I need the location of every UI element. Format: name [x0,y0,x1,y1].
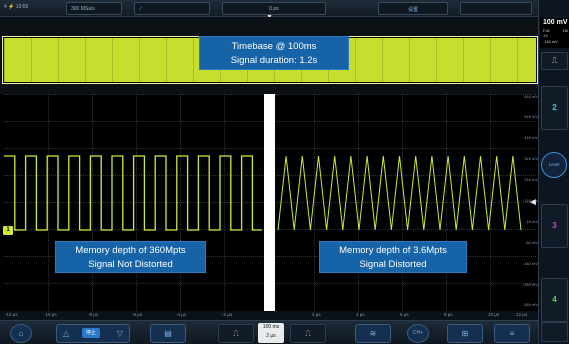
panel-more-button[interactable] [541,322,568,342]
math-icon: ≋ [369,329,377,338]
menu-icon: ≡ [509,329,515,338]
grid-icon: ⊞ [461,329,469,338]
cursor-button[interactable]: CH+ [407,324,429,343]
y-tick: -84 mV [525,240,538,245]
home-icon: ⌂ [18,329,24,338]
y-tick: 16 mV [526,219,538,224]
save-button[interactable]: ▤ [150,324,186,343]
x-tick: -12 μs [5,312,18,317]
pulse-wide-icon: ⎍ [305,329,311,338]
x-tick: -2 μs [222,312,233,317]
bottom-toolbar: ⌂ △ ▽ 停止 ▤ ⎍ 100 ms 2 μs ⎍ ≋ CH+ ⊞ ≡ [0,320,538,344]
x-tick: 10 μs [488,312,500,317]
comparison-divider [264,94,275,312]
x-tick: 12 μs [516,312,528,317]
y-tick: 516 mV [524,114,538,119]
channel-panel: 100 mV Full 1M 1X -116 mV ⎍ 2 Level 3 4 [538,0,569,344]
pulse-icon: ⎍ [551,56,558,65]
menu-button[interactable]: ≡ [494,324,530,343]
sample-rate-display[interactable]: 300 MSa/s [66,2,122,15]
x-tick: -6 μs [132,312,143,317]
trigger-wave-display[interactable]: ⟋ [134,2,210,15]
y-tick: -184 mV [522,261,538,266]
x-tick: 8 μs [444,312,453,317]
ch4-button[interactable]: 4 [541,278,568,322]
memory-3.6mpts-callout: Memory depth of 3.6Mpts Signal Distorted [319,241,467,273]
x-axis-ticks: -12 μs -10 μs -8 μs -6 μs -4 μs -2 μs 2 … [0,311,538,320]
trigger-level-icon[interactable]: ◄ [528,197,538,208]
stop-button[interactable]: 停止 [82,328,100,338]
ch1-volts-div: 100 mV [543,19,568,26]
y-tick: -284 mV [522,282,538,287]
y-tick: 216 mV [524,177,538,182]
trigger-time-display[interactable]: 0 ps [222,2,326,15]
ch1-triangle-wave [277,155,522,231]
save-icon: ▤ [164,329,172,338]
ch1-square-wave [4,155,262,231]
y-tick: 416 mV [524,135,538,140]
wave-icon: ⟋ [139,6,143,12]
x-tick: -8 μs [88,312,99,317]
ch1-settings[interactable]: 100 mV Full 1M 1X -116 mV [540,18,569,48]
y-tick: 416 mV [524,94,538,99]
status-indicators: 4 ⚡ 10:55 [4,4,29,10]
up-arrow-icon[interactable]: △ [63,325,69,342]
ch2-button[interactable]: 2 [541,86,568,130]
y-tick: -384 mV [522,302,538,307]
x-tick: 2 μs [312,312,321,317]
grid-button[interactable]: ⊞ [447,324,483,343]
settings-button[interactable]: 设置 [378,2,448,15]
timebase-callout: Timebase @ 100ms Signal duration: 1.2s [199,36,349,70]
menu-display[interactable] [460,2,532,15]
timebase-display[interactable]: 100 ms 2 μs [258,323,284,343]
ch1-coupling-button[interactable]: ⎍ [541,52,568,70]
ch1-offset-marker[interactable]: 1 [3,226,13,235]
x-tick: 4 μs [356,312,365,317]
timebase-increase-button[interactable]: ⎍ [290,324,326,343]
home-button[interactable]: ⌂ [10,324,32,343]
x-tick: -10 μs [44,312,57,317]
timebase-decrease-button[interactable]: ⎍ [218,324,254,343]
ch3-button[interactable]: 3 [541,204,568,248]
memory-360mpts-callout: Memory depth of 360Mpts Signal Not Disto… [55,241,206,273]
math-button[interactable]: ≋ [355,324,391,343]
pulse-narrow-icon: ⎍ [233,329,239,338]
x-tick: 6 μs [400,312,409,317]
down-arrow-icon[interactable]: ▽ [117,325,123,342]
x-tick: -4 μs [176,312,187,317]
y-tick: 316 mV [524,156,538,161]
trigger-level-knob[interactable]: Level [541,152,567,178]
